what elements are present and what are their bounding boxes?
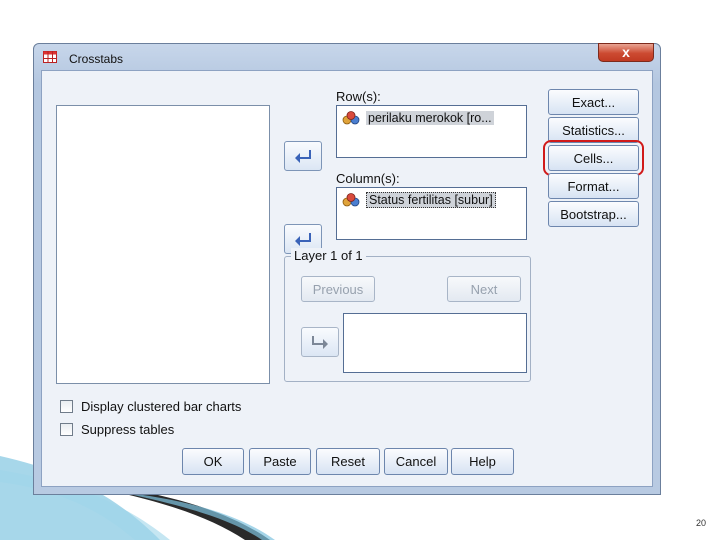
variable-list[interactable]	[56, 105, 270, 384]
move-to-layer-button[interactable]	[301, 327, 339, 357]
columns-listbox[interactable]: Status fertilitas [subur]	[336, 187, 527, 240]
arrow-left-icon	[295, 150, 311, 163]
arrow-left-icon	[295, 233, 311, 246]
cells-button[interactable]: Cells...	[543, 140, 644, 176]
clustered-bar-charts-checkbox[interactable]: Display clustered bar charts	[60, 399, 241, 414]
dialog-body: Row(s): perilaku merokok [ro... Column(s…	[41, 70, 653, 487]
list-item[interactable]: perilaku merokok [ro...	[341, 109, 522, 126]
crosstabs-table-icon	[43, 51, 57, 63]
ok-button[interactable]: OK	[182, 448, 244, 475]
next-layer-button[interactable]: Next	[447, 276, 521, 302]
close-button[interactable]: x	[598, 43, 654, 62]
column-variable-text: Status fertilitas [subur]	[366, 191, 496, 208]
arrow-right-icon	[312, 336, 328, 349]
list-item[interactable]: Status fertilitas [subur]	[341, 191, 522, 208]
rows-listbox[interactable]: perilaku merokok [ro...	[336, 105, 527, 158]
crosstabs-dialog: Crosstabs x Row(s): perilaku merokok [ro…	[33, 43, 661, 495]
ordinal-variable-icon	[342, 110, 360, 124]
layer-group: Layer 1 of 1 Previous Next	[284, 248, 531, 382]
help-button[interactable]: Help	[451, 448, 514, 475]
checkbox-label: Suppress tables	[81, 422, 175, 437]
layer-listbox[interactable]	[343, 313, 527, 373]
previous-layer-button[interactable]: Previous	[301, 276, 375, 302]
ordinal-variable-icon	[342, 192, 360, 206]
exact-button[interactable]: Exact...	[548, 89, 639, 115]
bootstrap-button[interactable]: Bootstrap...	[548, 201, 639, 227]
reset-button[interactable]: Reset	[316, 448, 380, 475]
layer-title: Layer 1 of 1	[291, 248, 366, 263]
window-title: Crosstabs	[69, 52, 124, 66]
format-button[interactable]: Format...	[548, 173, 639, 199]
row-variable-text: perilaku merokok [ro...	[366, 110, 494, 125]
paste-button[interactable]: Paste	[249, 448, 311, 475]
rows-label: Row(s):	[336, 89, 381, 104]
checkbox-box[interactable]	[60, 400, 73, 413]
title-bar: Crosstabs x	[34, 43, 660, 70]
columns-label: Column(s):	[336, 171, 400, 186]
suppress-tables-checkbox[interactable]: Suppress tables	[60, 422, 174, 437]
page-number: 20	[695, 518, 706, 528]
checkbox-box[interactable]	[60, 423, 73, 436]
checkbox-label: Display clustered bar charts	[81, 399, 242, 414]
cancel-button[interactable]: Cancel	[384, 448, 448, 475]
statistics-button[interactable]: Statistics...	[548, 117, 639, 143]
move-to-rows-button[interactable]	[284, 141, 322, 171]
